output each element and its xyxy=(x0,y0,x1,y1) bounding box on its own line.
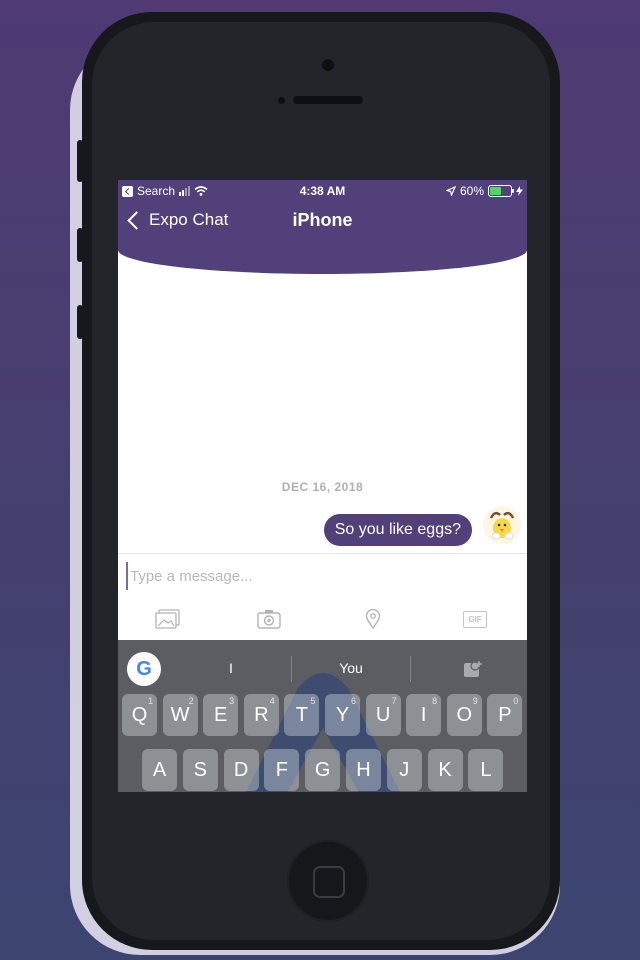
key-o[interactable]: O9 xyxy=(446,694,482,736)
avatar[interactable] xyxy=(483,506,521,544)
key-k[interactable]: K xyxy=(427,749,463,791)
volume-up-button xyxy=(77,228,83,262)
key-label: W xyxy=(170,703,190,726)
key-hint: 5 xyxy=(310,696,316,706)
chick-avatar-icon xyxy=(483,506,521,544)
location-icon[interactable] xyxy=(360,608,386,630)
key-label: E xyxy=(214,703,228,726)
key-label: T xyxy=(295,703,308,726)
key-hint: 0 xyxy=(513,696,519,706)
key-hint: 7 xyxy=(391,696,397,706)
key-hint: 2 xyxy=(188,696,194,706)
gif-label: GIF xyxy=(463,610,487,628)
suggestion-divider xyxy=(410,656,411,682)
key-hint: 4 xyxy=(269,696,275,706)
camera-icon[interactable] xyxy=(256,608,282,630)
google-icon: G xyxy=(136,657,152,680)
key-label: Q xyxy=(131,703,148,726)
key-h[interactable]: H xyxy=(346,749,381,791)
key-l[interactable]: L xyxy=(468,749,504,791)
key-label: U xyxy=(375,703,391,726)
date-separator: DEC 16, 2018 xyxy=(281,480,364,494)
key-w[interactable]: W2 xyxy=(162,694,198,736)
suggestion-1[interactable]: I xyxy=(176,660,286,676)
front-camera xyxy=(322,59,334,71)
home-button[interactable] xyxy=(287,840,369,922)
app-screen: Search 4:38 AM 60% Expo Chat iPhone DEC … xyxy=(118,180,527,792)
earpiece-speaker xyxy=(293,96,363,104)
key-d[interactable]: D xyxy=(223,749,259,791)
home-square-icon xyxy=(313,866,345,898)
key-y[interactable]: Y6 xyxy=(325,694,360,736)
key-hint: 9 xyxy=(472,696,478,706)
google-logo-button[interactable]: G xyxy=(127,652,161,686)
key-e[interactable]: E3 xyxy=(203,694,239,736)
battery-percent: 60% xyxy=(459,184,484,198)
suggestion-2[interactable]: You xyxy=(296,660,406,676)
key-hint: 8 xyxy=(432,696,438,706)
key-q[interactable]: Q1 xyxy=(122,694,157,736)
proximity-sensor xyxy=(278,97,285,104)
key-label: I xyxy=(420,703,427,726)
key-label: O xyxy=(456,703,473,726)
key-u[interactable]: U7 xyxy=(365,694,401,736)
gif-icon[interactable]: GIF xyxy=(462,608,488,630)
message-composer: GIF xyxy=(118,553,527,642)
charging-bolt-icon xyxy=(516,186,523,196)
status-right: 60% xyxy=(445,184,523,198)
key-t[interactable]: T5 xyxy=(284,694,320,736)
key-a[interactable]: A xyxy=(142,749,177,791)
key-i[interactable]: I8 xyxy=(406,694,442,736)
message-input[interactable] xyxy=(126,562,512,590)
key-hint: 6 xyxy=(350,696,356,706)
header: Search 4:38 AM 60% Expo Chat iPhone xyxy=(118,180,527,274)
key-label: R xyxy=(254,703,269,726)
suggestion-bar: G I You xyxy=(118,646,527,686)
keyboard: G I You Q1W2E3R4T5Y6U7I8O9P0 ASDFGHJKL xyxy=(118,640,527,792)
volume-down-button xyxy=(77,305,83,339)
key-hint: 1 xyxy=(147,696,153,706)
mute-switch xyxy=(77,140,83,182)
composer-toolbar: GIF xyxy=(118,604,527,634)
key-r[interactable]: R4 xyxy=(243,694,279,736)
sticker-icon[interactable] xyxy=(463,660,483,678)
key-label: Y xyxy=(335,703,350,726)
location-arrow-icon xyxy=(445,186,456,196)
suggestion-divider xyxy=(291,656,292,682)
key-g[interactable]: G xyxy=(305,749,341,791)
status-bar: Search 4:38 AM 60% xyxy=(118,182,527,200)
battery-fill xyxy=(490,187,501,195)
key-p[interactable]: P0 xyxy=(487,694,523,736)
image-icon[interactable] xyxy=(155,608,181,630)
key-f[interactable]: F xyxy=(264,749,300,791)
battery-icon xyxy=(488,185,514,197)
key-label: P xyxy=(498,703,512,726)
page-title: iPhone xyxy=(292,210,353,230)
key-j[interactable]: J xyxy=(386,749,422,791)
message-bubble[interactable]: So you like eggs? xyxy=(323,514,472,546)
key-hint: 3 xyxy=(229,696,235,706)
key-s[interactable]: S xyxy=(182,749,218,791)
